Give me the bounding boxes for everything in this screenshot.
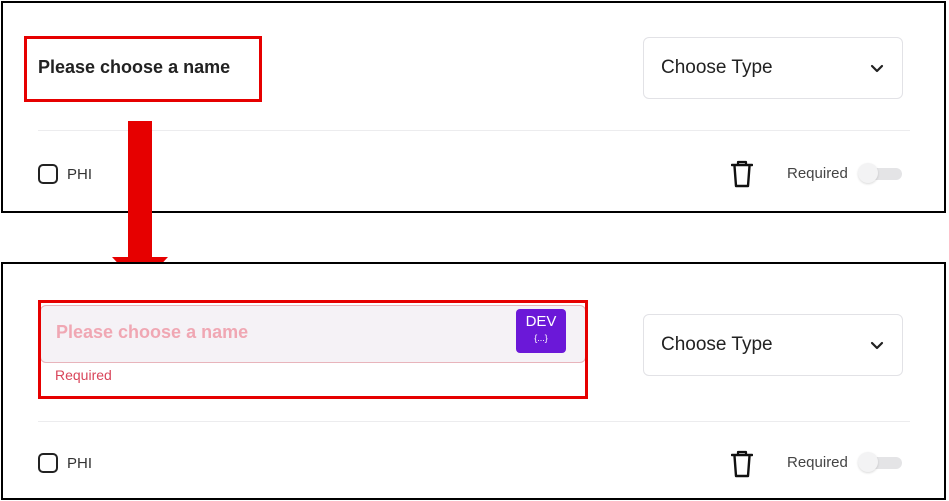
toggle-knob bbox=[858, 163, 878, 183]
phi-label: PHI bbox=[67, 455, 93, 472]
phi-checkbox[interactable] bbox=[38, 164, 58, 184]
type-select-value: Choose Type bbox=[661, 334, 773, 355]
chevron-down-icon bbox=[870, 61, 884, 79]
required-toggle[interactable] bbox=[858, 452, 902, 472]
highlight-box-name bbox=[24, 36, 262, 102]
required-toggle[interactable] bbox=[858, 163, 902, 183]
type-select-value: Choose Type bbox=[661, 57, 773, 78]
type-select[interactable]: Choose Type bbox=[643, 314, 903, 376]
required-label: Required bbox=[787, 165, 848, 182]
phi-checkbox[interactable] bbox=[38, 453, 58, 473]
type-select[interactable]: Choose Type bbox=[643, 37, 903, 99]
trash-icon[interactable] bbox=[730, 450, 754, 483]
required-label: Required bbox=[787, 454, 848, 471]
trash-icon[interactable] bbox=[730, 160, 754, 193]
phi-label: PHI bbox=[67, 166, 93, 183]
chevron-down-icon bbox=[870, 338, 884, 356]
toggle-knob bbox=[858, 452, 878, 472]
divider bbox=[38, 421, 910, 422]
highlight-box-input bbox=[38, 300, 588, 399]
